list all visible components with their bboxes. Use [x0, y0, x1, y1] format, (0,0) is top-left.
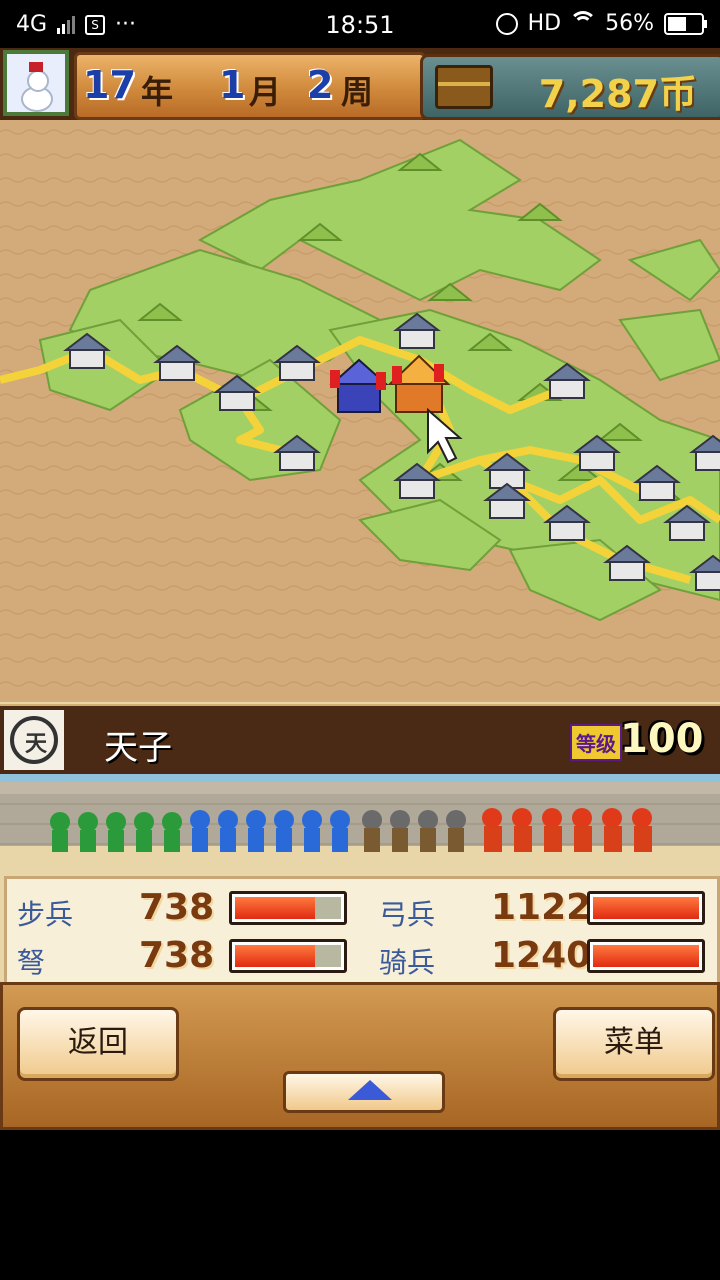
month-number: 1: [219, 63, 246, 107]
archer-units: [190, 810, 350, 852]
week-label: 周: [341, 73, 374, 111]
stat-label-archer: 弓兵: [379, 898, 436, 931]
status-right: HD 56%: [495, 10, 707, 36]
battery-icon: [664, 12, 707, 35]
month-label: 月: [249, 73, 282, 111]
expand-button[interactable]: [283, 1071, 445, 1113]
up-triangle-icon: [348, 1080, 392, 1100]
world-map[interactable]: [0, 120, 720, 702]
stat-value-archer: 1122: [491, 887, 592, 928]
stat-bar-crossbow: [229, 939, 347, 973]
stat-value-cavalry: 1240: [491, 935, 592, 976]
stat-label-cavalry: 骑兵: [379, 946, 436, 979]
year-label: 年: [141, 73, 174, 111]
treasure-chest-icon: [435, 65, 493, 109]
back-button[interactable]: 返回: [17, 1007, 179, 1081]
rank-label: 等级: [570, 724, 622, 761]
stat-bar-infantry: [229, 891, 347, 925]
map-canvas[interactable]: [0, 120, 720, 702]
date-display: 17 年 1 月 2 周: [74, 52, 426, 120]
emblem-char: 天: [24, 732, 47, 757]
crossbow-units: [362, 810, 466, 852]
lord-emblem-icon: 天: [4, 710, 64, 770]
week-number: 2: [307, 63, 334, 107]
lord-bar: 天 天子 等级 100: [0, 704, 720, 774]
stat-label-crossbow: 弩: [17, 946, 46, 979]
stat-bar-cavalry: [587, 939, 705, 973]
coin-amount: 7,287币: [538, 72, 697, 116]
infantry-units: [50, 812, 182, 852]
troop-stats: 步兵 738 弓兵 1122 弩 738 骑兵 1240: [4, 876, 720, 986]
year-number: 17: [83, 63, 136, 107]
stat-value-infantry: 738: [139, 887, 215, 928]
lord-name: 天子: [104, 728, 172, 768]
army-lineup: [0, 774, 720, 874]
player-avatar-button[interactable]: [3, 50, 69, 116]
game-header: 17 年 1 月 2 周 7,287币: [0, 48, 720, 120]
cavalry-units: [482, 808, 652, 852]
hd-badge: HD: [527, 11, 562, 36]
battery-percent: 56%: [605, 11, 654, 36]
stat-label-infantry: 步兵: [17, 898, 74, 931]
snowman-avatar-icon: [7, 54, 65, 112]
menu-button[interactable]: 菜单: [553, 1007, 715, 1081]
stat-value-crossbow: 738: [139, 935, 215, 976]
alarm-icon: [495, 12, 518, 35]
rank-value: 100: [620, 716, 704, 762]
bottom-controls: 返回 菜单: [0, 982, 720, 1130]
wifi-icon: [569, 10, 598, 33]
army-sprites: [0, 782, 720, 852]
stat-bar-archer: [587, 891, 705, 925]
coin-display: 7,287币: [420, 54, 720, 120]
status-bar: 4G S ··· 18:51 HD 56%: [0, 0, 720, 48]
